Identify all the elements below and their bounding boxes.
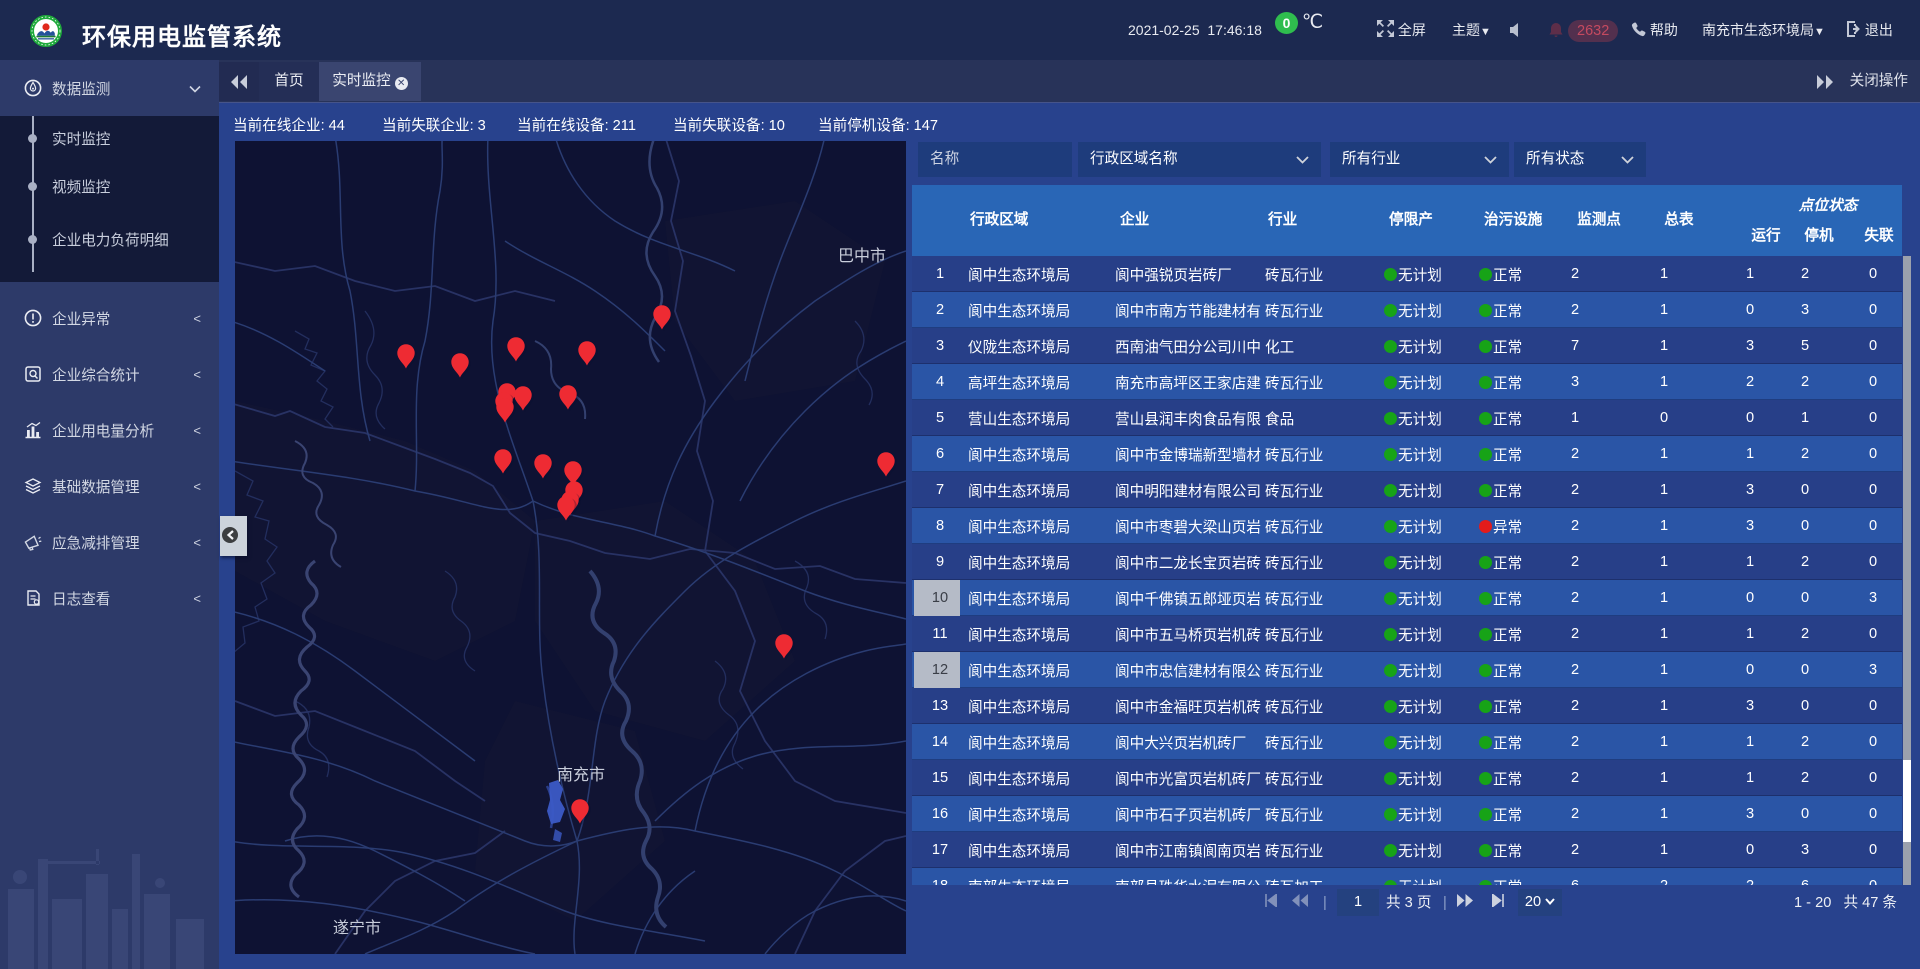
svg-text:巴中市: 巴中市 — [838, 247, 886, 265]
svg-text:南充市: 南充市 — [557, 766, 605, 784]
svg-text:遂宁市: 遂宁市 — [333, 919, 381, 937]
